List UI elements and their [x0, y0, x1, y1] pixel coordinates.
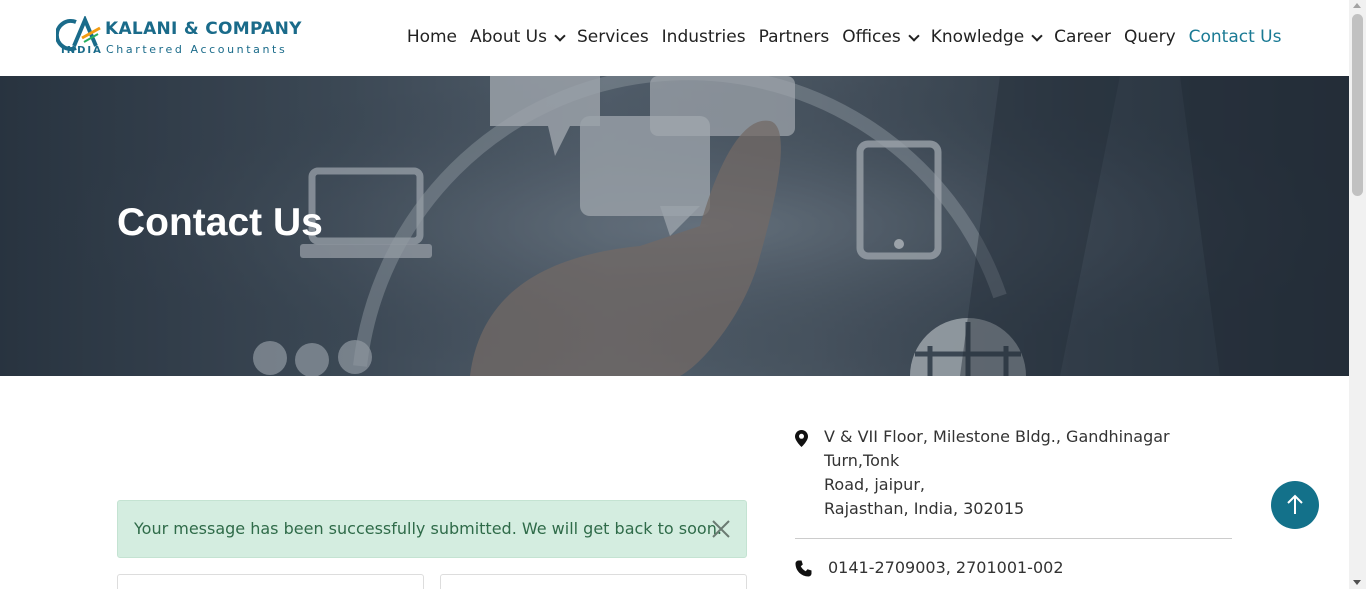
scroll-up-arrow-icon[interactable] — [1353, 3, 1361, 8]
nav-services[interactable]: Services — [570, 24, 655, 50]
chevron-down-icon — [554, 29, 566, 42]
nav-offices[interactable]: Offices — [836, 24, 924, 50]
nav-about-us[interactable]: About Us — [464, 24, 571, 50]
phone: 0141-2709003, 2701001-002 — [795, 556, 1232, 580]
address-line-3: Rajasthan, India, 302015 — [824, 499, 1025, 518]
nav-home-label: Home — [406, 27, 458, 47]
nav-career[interactable]: Career — [1048, 24, 1118, 50]
nav-career-label: Career — [1054, 27, 1111, 47]
phone-numbers: 0141-2709003, 2701001-002 — [828, 558, 1064, 577]
nav-knowledge[interactable]: Knowledge — [924, 24, 1047, 50]
nav-offices-label: Offices — [842, 27, 901, 47]
map-marker-icon — [795, 430, 808, 447]
alert-message: Your message has been successfully submi… — [134, 519, 722, 538]
phone-icon — [795, 560, 812, 577]
nav-contact-us[interactable]: Contact Us — [1182, 24, 1288, 50]
logo-country: INDIA — [61, 45, 103, 56]
arrow-up-icon — [1287, 494, 1303, 514]
brand-tagline: Chartered Accountants — [106, 43, 288, 56]
nav-home[interactable]: Home — [400, 24, 463, 50]
nav-industries[interactable]: Industries — [655, 24, 752, 50]
close-icon[interactable] — [710, 518, 732, 540]
contact-info: V & VII Floor, Milestone Bldg., Gandhina… — [795, 425, 1232, 589]
address-line-2: Road, jaipur, — [824, 475, 925, 494]
chevron-down-icon — [1031, 29, 1043, 42]
nav-query-label: Query — [1123, 27, 1176, 47]
nav-query[interactable]: Query — [1117, 24, 1182, 50]
nav-contact-us-label: Contact Us — [1188, 27, 1282, 47]
scrollbar-thumb[interactable] — [1352, 14, 1363, 196]
success-alert: Your message has been successfully submi… — [117, 500, 747, 558]
page-title: Contact Us — [117, 201, 323, 244]
main-nav: Home About Us Services Industries Partne… — [400, 24, 1288, 50]
divider — [795, 538, 1232, 539]
brand-name: KALANI & COMPANY — [105, 19, 302, 39]
scroll-to-top-button[interactable] — [1271, 481, 1319, 529]
logo[interactable]: INDIA KALANI & COMPANY Chartered Account… — [56, 16, 301, 60]
email-field[interactable] — [440, 574, 747, 589]
nav-services-label: Services — [576, 27, 649, 47]
hero-banner: Contact Us — [0, 76, 1349, 376]
nav-industries-label: Industries — [661, 27, 746, 47]
nav-about-us-label: About Us — [470, 27, 547, 47]
nav-knowledge-label: Knowledge — [930, 27, 1025, 47]
chevron-down-icon — [908, 29, 920, 42]
site-header: INDIA KALANI & COMPANY Chartered Account… — [0, 0, 1349, 76]
scroll-down-arrow-icon[interactable] — [1353, 580, 1361, 585]
name-field[interactable] — [117, 574, 424, 589]
address-line-1: V & VII Floor, Milestone Bldg., Gandhina… — [824, 427, 1170, 470]
page-scrollbar[interactable] — [1349, 0, 1366, 589]
nav-partners-label: Partners — [758, 27, 830, 47]
address: V & VII Floor, Milestone Bldg., Gandhina… — [795, 425, 1232, 521]
nav-partners[interactable]: Partners — [752, 24, 836, 50]
